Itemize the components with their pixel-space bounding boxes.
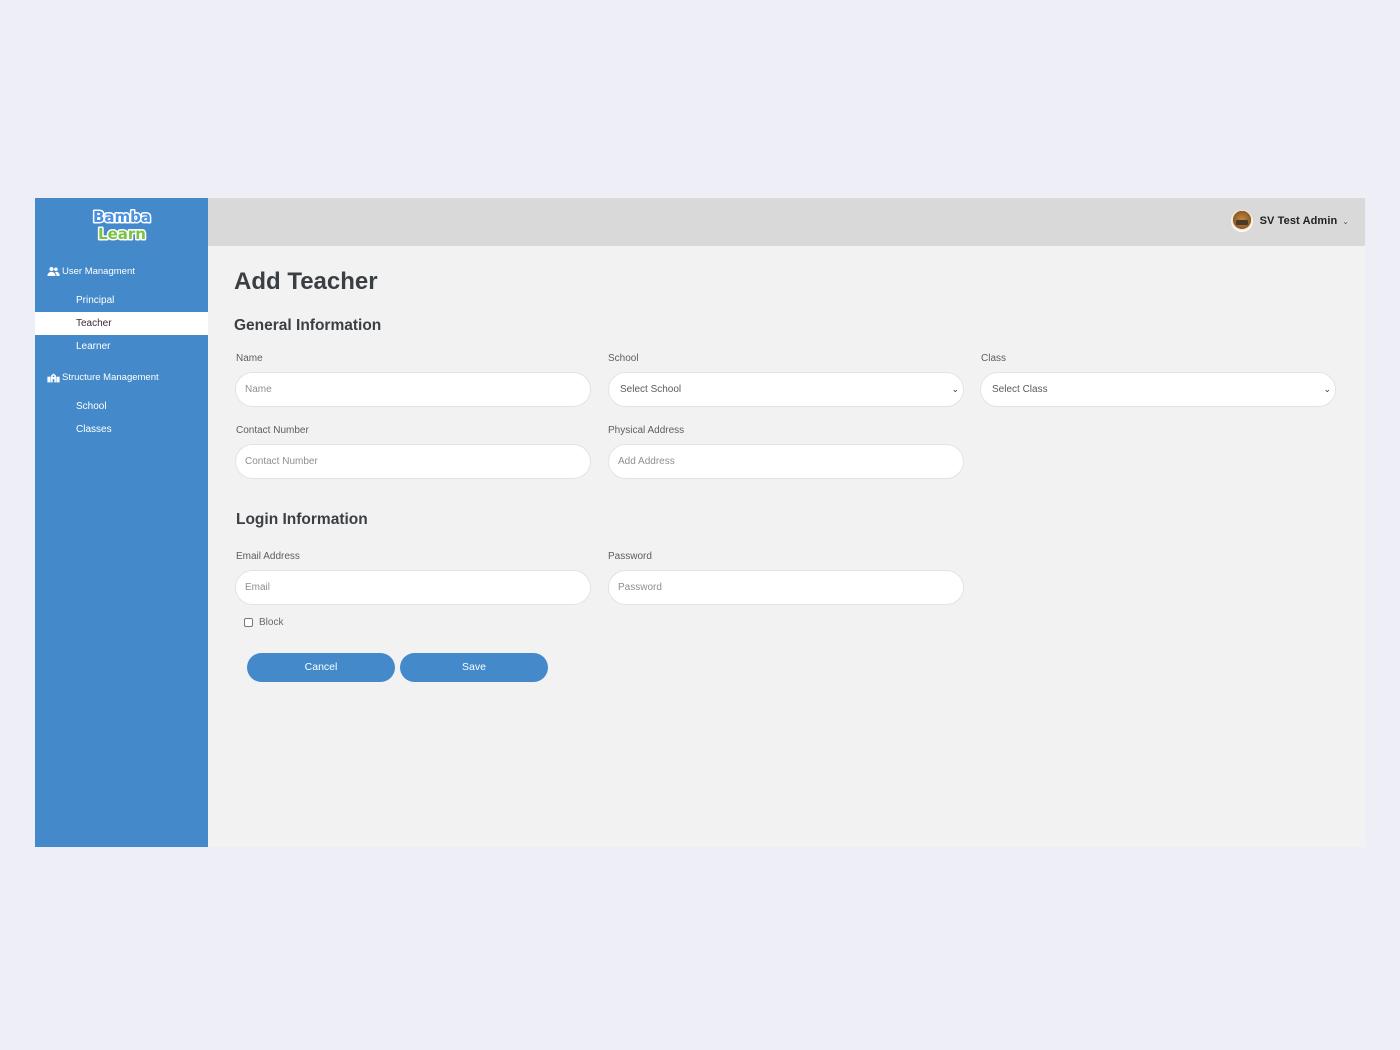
sidebar: Bamba Bamba Learn Learn User Managment P…: [35, 198, 208, 847]
physical-address-label: Physical Address: [608, 425, 685, 436]
nav-section-structure-management[interactable]: Structure Management: [35, 369, 208, 385]
chevron-down-icon: ⌄: [1342, 216, 1349, 226]
name-label: Name: [236, 353, 263, 364]
school-select-value: Select School: [620, 384, 682, 395]
main-content: SV Test Admin ⌄ Add Teacher General Info…: [208, 198, 1365, 847]
nav-section-label: User Managment: [62, 265, 135, 277]
block-label: Block: [259, 617, 284, 628]
school-building-icon: [47, 372, 60, 383]
school-select[interactable]: Select School ⌄: [608, 372, 964, 407]
cancel-button[interactable]: Cancel: [247, 653, 395, 682]
block-checkbox[interactable]: [244, 618, 253, 627]
bamba-learn-logo[interactable]: Bamba Bamba Learn Learn: [85, 206, 159, 245]
contact-number-label: Contact Number: [236, 425, 309, 436]
avatar: [1230, 210, 1253, 232]
sidebar-item-school[interactable]: School: [35, 395, 208, 418]
users-icon: [47, 266, 60, 277]
class-select[interactable]: Select Class ⌄: [980, 372, 1336, 407]
sidebar-item-classes[interactable]: Classes: [35, 418, 208, 441]
logo-text-2: Learn: [98, 225, 146, 242]
nav-section-label: Structure Management: [62, 371, 159, 383]
user-name: SV Test Admin: [1259, 215, 1338, 227]
email-address-label: Email Address: [236, 551, 300, 562]
page-title: Add Teacher: [234, 268, 378, 295]
email-input[interactable]: [235, 570, 591, 605]
chevron-down-icon: ⌄: [1323, 384, 1331, 394]
chevron-down-icon: ⌄: [951, 384, 959, 394]
logo-graphic: Bamba Bamba Learn Learn: [91, 207, 152, 245]
nav-section-user-management[interactable]: User Managment: [35, 263, 208, 279]
top-bar: SV Test Admin ⌄: [208, 198, 1365, 246]
block-checkbox-row[interactable]: Block: [244, 617, 283, 628]
user-menu[interactable]: SV Test Admin ⌄: [1230, 210, 1349, 232]
class-label: Class: [981, 353, 1007, 364]
name-input[interactable]: [235, 372, 591, 407]
logo-text-1: Bamba: [93, 208, 151, 226]
password-input[interactable]: [608, 570, 964, 605]
general-information-heading: General Information: [234, 317, 382, 334]
class-select-value: Select Class: [992, 384, 1048, 395]
save-button[interactable]: Save: [400, 653, 548, 682]
sidebar-item-principal[interactable]: Principal: [35, 289, 208, 312]
login-information-heading: Login Information: [236, 511, 368, 528]
physical-address-input[interactable]: [608, 444, 964, 479]
contact-number-input[interactable]: [235, 444, 591, 479]
password-label: Password: [608, 551, 652, 562]
sidebar-item-teacher[interactable]: Teacher: [35, 312, 208, 335]
app-window: Bamba Bamba Learn Learn User Managment P…: [35, 198, 1365, 847]
sidebar-item-learner[interactable]: Learner: [35, 335, 208, 358]
school-label: School: [608, 353, 639, 364]
